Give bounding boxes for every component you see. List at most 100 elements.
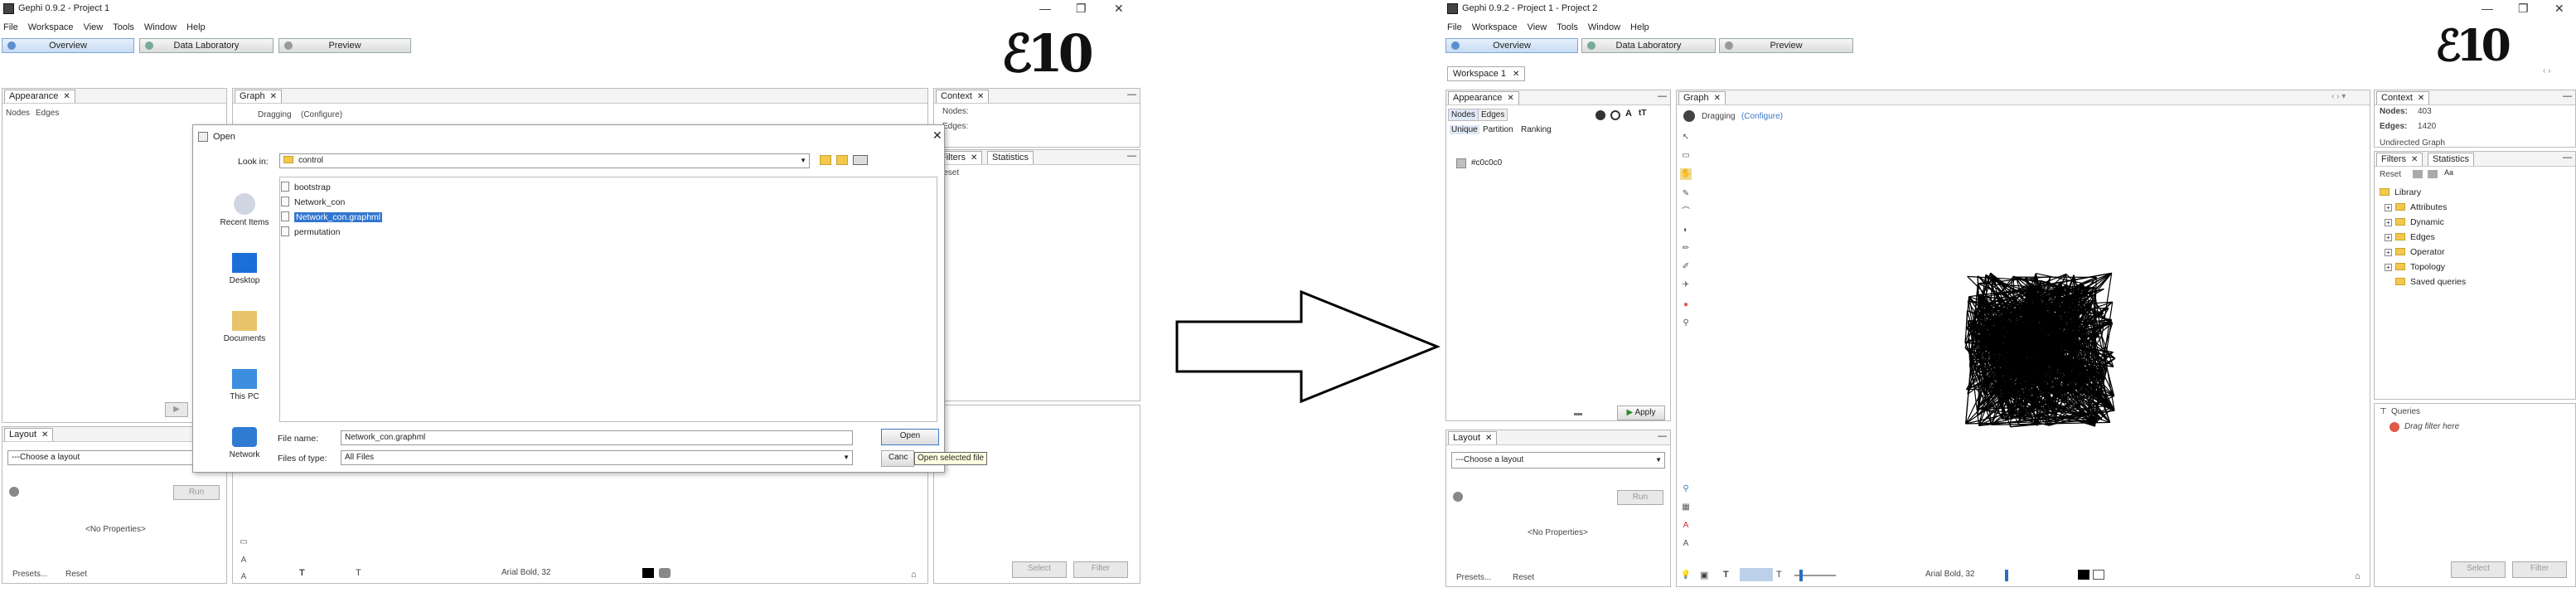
font-slider-thumb[interactable]: [2005, 570, 2008, 581]
expand-icon[interactable]: ⌂: [2355, 571, 2361, 581]
menu-workspace[interactable]: Workspace: [1472, 22, 1518, 32]
minimize-panel-icon[interactable]: —: [1127, 90, 1136, 100]
close-icon[interactable]: ✕: [977, 92, 984, 101]
close-icon[interactable]: ✕: [1485, 434, 1492, 443]
font-label[interactable]: Arial Bold, 32: [1925, 570, 1974, 579]
apply-button[interactable]: ▶ Apply: [1617, 405, 1665, 420]
dialog-close-icon[interactable]: ✕: [932, 129, 942, 143]
maximize-icon[interactable]: ❐: [2518, 2, 2529, 16]
data-laboratory-tab[interactable]: Data Laboratory: [1581, 38, 1716, 53]
label-color-icon[interactable]: A: [1625, 109, 1632, 119]
edge-text-icon[interactable]: T: [1776, 570, 1782, 580]
pencil-icon[interactable]: ✏: [1680, 243, 1692, 255]
filter-category[interactable]: + Dynamic: [2380, 215, 2466, 230]
file-item[interactable]: permutation: [281, 226, 340, 238]
info-icon[interactable]: [9, 487, 19, 497]
filter-search-icon[interactable]: Aa: [2444, 168, 2453, 177]
menu-file[interactable]: File: [1447, 22, 1462, 32]
edge-tool-icon[interactable]: [1740, 568, 1773, 581]
close-icon[interactable]: ✕: [2411, 155, 2418, 164]
text-color-icon[interactable]: A: [1680, 520, 1692, 532]
expand-icon[interactable]: ⌂: [911, 570, 917, 580]
new-folder-icon[interactable]: [836, 155, 848, 165]
dragging-mode-icon[interactable]: [1683, 110, 1695, 122]
library-node[interactable]: Library: [2380, 185, 2466, 200]
unique-tab[interactable]: Unique: [1450, 125, 1479, 134]
menu-help[interactable]: Help: [1630, 22, 1649, 32]
pointer-tool-icon[interactable]: ▭: [238, 537, 249, 548]
color-swatch-black[interactable]: [642, 568, 654, 578]
saved-queries-node[interactable]: Saved queries: [2380, 274, 2466, 289]
appearance-tab[interactable]: Appearance ✕: [1448, 91, 1519, 104]
font-label[interactable]: Arial Bold, 32: [501, 568, 550, 577]
menu-view[interactable]: View: [84, 22, 104, 32]
context-tab[interactable]: Context ✕: [936, 90, 990, 103]
font-size-icon[interactable]: A: [238, 571, 249, 583]
configure-link[interactable]: (Configure): [1741, 112, 1783, 121]
expand-icon[interactable]: +: [2385, 249, 2392, 256]
menu-tools[interactable]: Tools: [113, 22, 134, 32]
size-tool-icon[interactable]: ◐: [1680, 225, 1692, 236]
filters-reset-button[interactable]: Reset: [2380, 170, 2401, 179]
maximize-icon[interactable]: ❐: [1076, 2, 1087, 16]
statistics-tab[interactable]: Statistics: [2428, 153, 2475, 166]
menu-workspace[interactable]: Workspace: [28, 22, 74, 32]
file-item[interactable]: Network_con: [281, 197, 345, 208]
minimize-panel-icon[interactable]: —: [1658, 91, 1667, 101]
color-swatch-gray[interactable]: [659, 568, 671, 578]
color-icon[interactable]: [1595, 110, 1605, 120]
light-bulb-icon[interactable]: 💡: [1680, 570, 1692, 581]
edit-icon[interactable]: [2093, 570, 2104, 580]
slider-thumb[interactable]: [1799, 570, 1803, 581]
filter-category[interactable]: + Attributes: [2380, 200, 2466, 215]
color-swatch-black[interactable]: [2078, 570, 2089, 580]
overview-tab[interactable]: Overview: [2, 38, 134, 53]
font-size-icon[interactable]: A: [1680, 538, 1692, 550]
up-folder-icon[interactable]: [820, 155, 831, 165]
info-icon[interactable]: [1453, 492, 1463, 502]
menu-view[interactable]: View: [1528, 22, 1547, 32]
layout-tab[interactable]: Layout ✕: [1448, 431, 1498, 444]
nodes-tab[interactable]: Nodes: [1448, 109, 1479, 121]
filter-category[interactable]: + Operator: [2380, 245, 2466, 260]
panel-nav-arrows[interactable]: ‹ › ▾: [2331, 92, 2346, 101]
edit-node-icon[interactable]: ⚲: [1680, 318, 1692, 329]
files-of-type-select[interactable]: All Files ▼: [341, 450, 853, 465]
label-size-icon[interactable]: tT: [1639, 109, 1646, 118]
painter-icon[interactable]: ✎: [1680, 188, 1692, 200]
select-button[interactable]: Select: [2451, 561, 2506, 578]
minimize-panel-icon[interactable]: —: [1658, 431, 1667, 441]
file-item[interactable]: bootstrap: [281, 182, 331, 193]
workspace-nav-arrows[interactable]: ‹ ›: [2543, 66, 2550, 75]
data-laboratory-tab[interactable]: Data Laboratory: [139, 38, 274, 53]
graph-toolbar-text-icon[interactable]: T: [299, 568, 305, 578]
close-icon[interactable]: ✕: [1114, 2, 1124, 16]
look-in-select[interactable]: control ▼: [279, 153, 810, 168]
drag-tool-icon[interactable]: ✋: [1680, 168, 1692, 180]
edge-pencil-icon[interactable]: ✐: [1680, 261, 1692, 273]
zoom-icon[interactable]: ⚲: [1680, 483, 1692, 495]
color-swatch[interactable]: [1456, 158, 1466, 168]
open-button[interactable]: Open: [881, 429, 939, 445]
preview-tab[interactable]: Preview: [278, 38, 411, 53]
menu-file[interactable]: File: [3, 22, 18, 32]
documents-place[interactable]: Documents: [205, 311, 284, 343]
minimize-panel-icon[interactable]: —: [1127, 151, 1136, 161]
shortest-path-icon[interactable]: ✈: [1680, 279, 1692, 291]
menu-window[interactable]: Window: [144, 22, 177, 32]
layout-tab[interactable]: Layout ✕: [4, 428, 54, 441]
context-tab[interactable]: Context ✕: [2376, 91, 2430, 104]
presets-button[interactable]: Presets...: [1456, 573, 1491, 582]
text-color-icon[interactable]: A: [238, 555, 249, 566]
cancel-button[interactable]: Canc: [881, 450, 914, 467]
select-button[interactable]: Select: [1012, 561, 1067, 578]
nodes-tab[interactable]: Nodes: [6, 109, 30, 118]
apply-button-hidden[interactable]: ▶: [165, 402, 188, 417]
minimize-icon[interactable]: —: [1039, 2, 1051, 15]
brush-icon[interactable]: ⌒: [1680, 206, 1692, 218]
close-icon[interactable]: ✕: [2418, 94, 2424, 103]
close-icon[interactable]: ✕: [41, 430, 48, 439]
desktop-place[interactable]: Desktop: [205, 253, 284, 285]
select-tool-icon[interactable]: ↖: [1680, 132, 1692, 143]
expand-icon[interactable]: +: [2385, 204, 2392, 211]
